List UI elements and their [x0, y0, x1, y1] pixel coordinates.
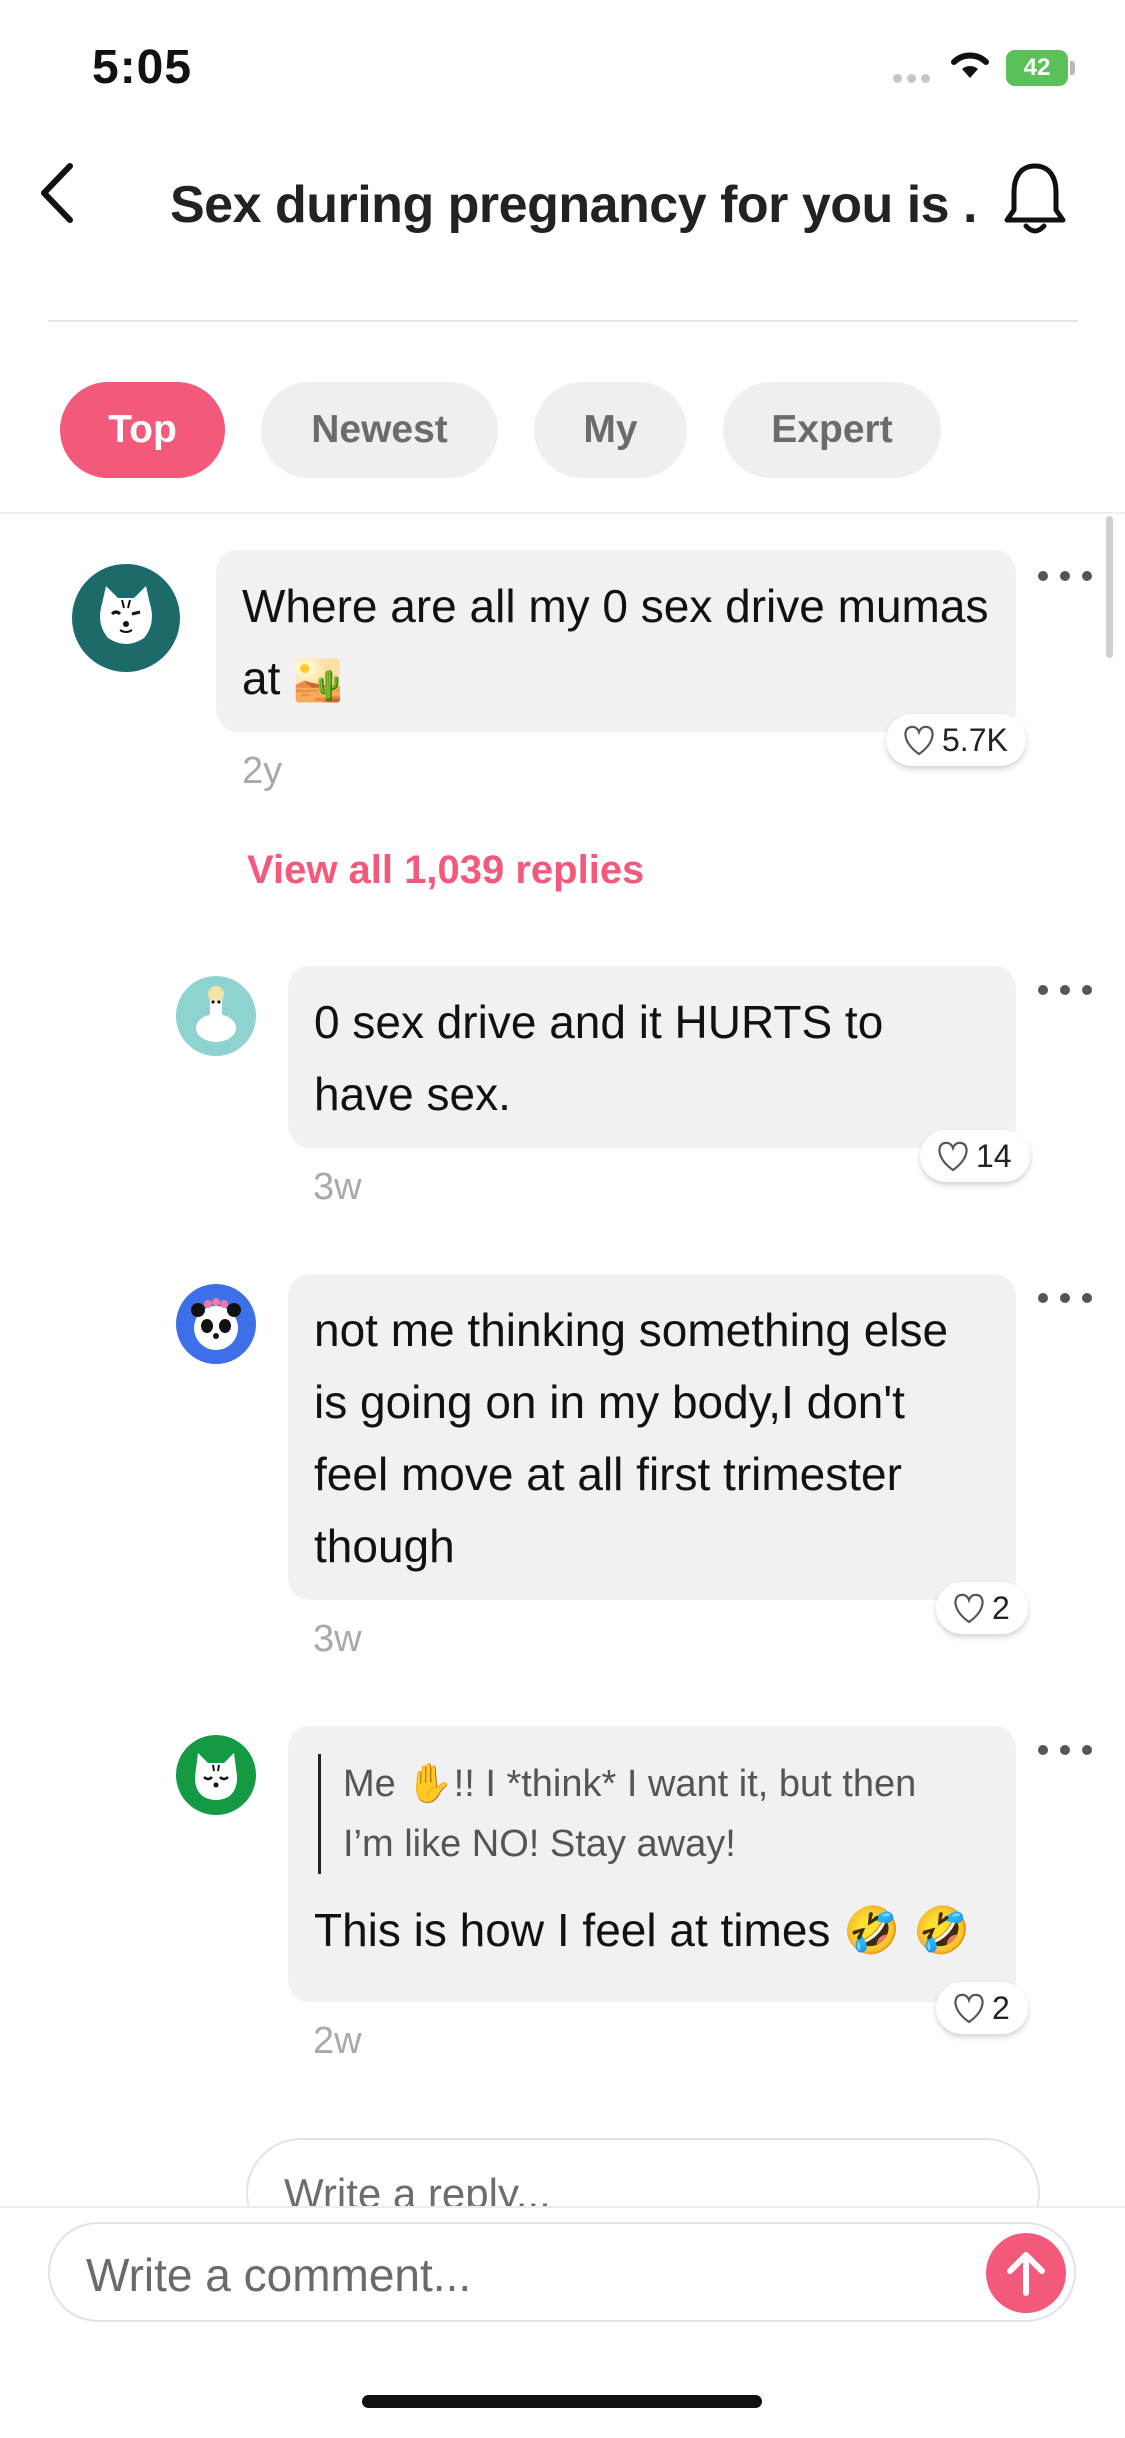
- reply-age: 2w: [313, 2020, 362, 2062]
- quote-text-line: I’m like NO! Stay away!: [343, 1823, 736, 1865]
- scrollbar[interactable]: [1106, 516, 1113, 658]
- like-count: 2: [992, 1989, 1010, 2026]
- heart-icon: [938, 1141, 968, 1172]
- like-button[interactable]: 14: [920, 1130, 1030, 1182]
- back-button[interactable]: [30, 158, 90, 228]
- reply-bubble[interactable]: not me thinking something else is going …: [288, 1274, 1016, 1600]
- heart-icon: [904, 725, 934, 756]
- home-indicator[interactable]: [362, 2395, 762, 2408]
- tab-my[interactable]: My: [534, 382, 687, 478]
- more-options-button[interactable]: [1038, 566, 1092, 586]
- arrow-up-icon: [1007, 2252, 1045, 2296]
- notification-button[interactable]: [1000, 160, 1070, 240]
- tabs-divider: [0, 512, 1125, 514]
- like-count: 5.7K: [942, 721, 1008, 758]
- desert-emoji-icon: 🏜️: [293, 659, 343, 703]
- more-options-button[interactable]: [1038, 1740, 1092, 1760]
- reply-bubble[interactable]: Me ✋!! I *think* I want it, but then I’m…: [288, 1726, 1016, 2002]
- battery-icon: 42: [1006, 50, 1076, 86]
- send-button[interactable]: [986, 2233, 1066, 2313]
- like-button[interactable]: 2: [936, 1982, 1028, 2034]
- wifi-icon: [948, 46, 992, 85]
- reply-text: This is how I feel at times 🤣 🤣: [314, 1904, 971, 1956]
- comment-text-line: Where are all my 0 sex drive mumas: [242, 580, 989, 632]
- panda-avatar-icon[interactable]: [176, 1284, 256, 1364]
- page-title: Sex during pregnancy for you is ...: [170, 176, 980, 234]
- chevron-left-icon: [41, 163, 73, 223]
- quote-text-line: Me ✋!! I *think* I want it, but then: [343, 1763, 917, 1805]
- reply-text-line: have sex.: [314, 1068, 511, 1120]
- comment-input[interactable]: Write a comment...: [48, 2222, 1076, 2322]
- cat-avatar-icon[interactable]: [72, 564, 180, 672]
- reply-text-line: feel move at all first trimester: [314, 1448, 902, 1500]
- tab-top[interactable]: Top: [60, 382, 225, 478]
- comment-text-line: at: [242, 652, 281, 704]
- comment-age: 2y: [242, 750, 283, 792]
- more-options-button[interactable]: [1038, 980, 1092, 1000]
- bell-icon: [1004, 163, 1066, 234]
- heart-icon: [954, 1993, 984, 2024]
- more-options-button[interactable]: [1038, 1288, 1092, 1308]
- signal-dots-icon: [893, 70, 935, 88]
- reply-text-line: is going on in my body,I don't: [314, 1376, 905, 1428]
- llama-avatar-icon[interactable]: [176, 976, 256, 1056]
- header-divider: [48, 320, 1078, 322]
- reply-text-line: not me thinking something else: [314, 1304, 949, 1356]
- battery-level: 42: [1006, 50, 1068, 86]
- view-all-replies-link[interactable]: View all 1,039 replies: [247, 848, 644, 893]
- like-count: 14: [976, 1137, 1012, 1174]
- status-time: 5:05: [92, 41, 193, 94]
- tab-expert[interactable]: Expert: [723, 382, 941, 478]
- reply-bubble[interactable]: 0 sex drive and it HURTS to have sex.: [288, 966, 1016, 1148]
- comment-bubble[interactable]: Where are all my 0 sex drive mumas at 🏜️: [216, 550, 1016, 732]
- like-button[interactable]: 5.7K: [886, 714, 1026, 766]
- reply-age: 3w: [313, 1166, 362, 1208]
- reply-text-line: 0 sex drive and it HURTS to: [314, 996, 884, 1048]
- reply-text-line: though: [314, 1520, 455, 1572]
- quoted-comment: Me ✋!! I *think* I want it, but then I’m…: [318, 1754, 993, 1874]
- like-count: 2: [992, 1589, 1010, 1626]
- tiger-avatar-icon[interactable]: [176, 1735, 256, 1815]
- heart-icon: [954, 1593, 984, 1624]
- tab-newest[interactable]: Newest: [261, 382, 498, 478]
- reply-age: 3w: [313, 1618, 362, 1660]
- like-button[interactable]: 2: [936, 1582, 1028, 1634]
